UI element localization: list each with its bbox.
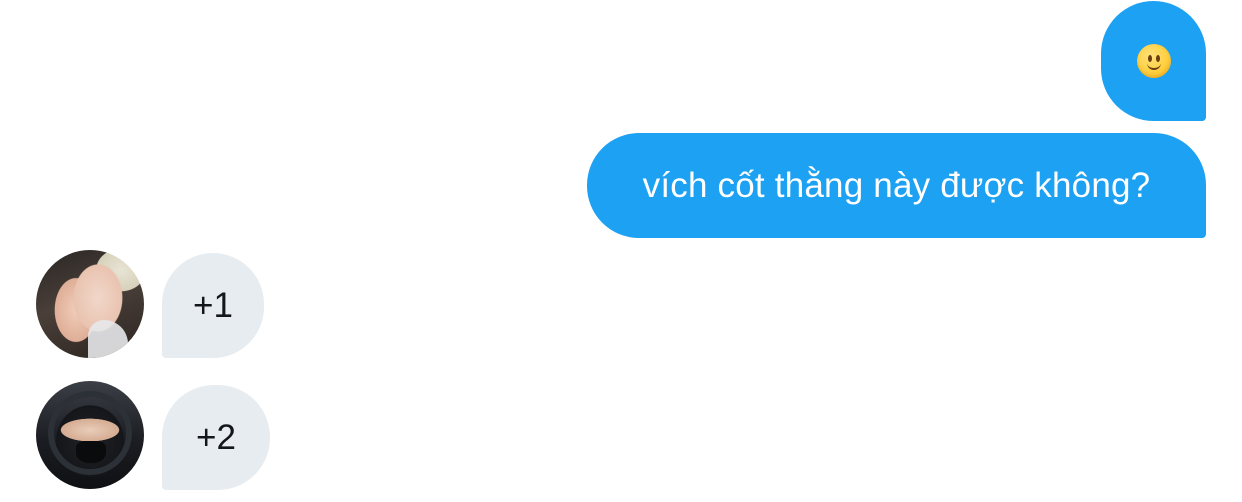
sent-message-emoji[interactable] [1101, 1, 1206, 121]
received-message-text: +2 [196, 417, 236, 457]
slightly-smiling-face-icon [1136, 44, 1171, 78]
sent-message-text-content: vích cốt thằng này được không? [642, 165, 1151, 205]
received-message[interactable]: +2 [162, 385, 270, 490]
received-message-text: +1 [193, 285, 233, 325]
dm-conversation: vích cốt thằng này được không? +1 +2 [0, 0, 1242, 502]
avatar[interactable] [36, 381, 144, 489]
received-message[interactable]: +1 [162, 253, 264, 358]
avatar[interactable] [36, 250, 144, 358]
sent-message-text[interactable]: vích cốt thằng này được không? [587, 133, 1206, 238]
